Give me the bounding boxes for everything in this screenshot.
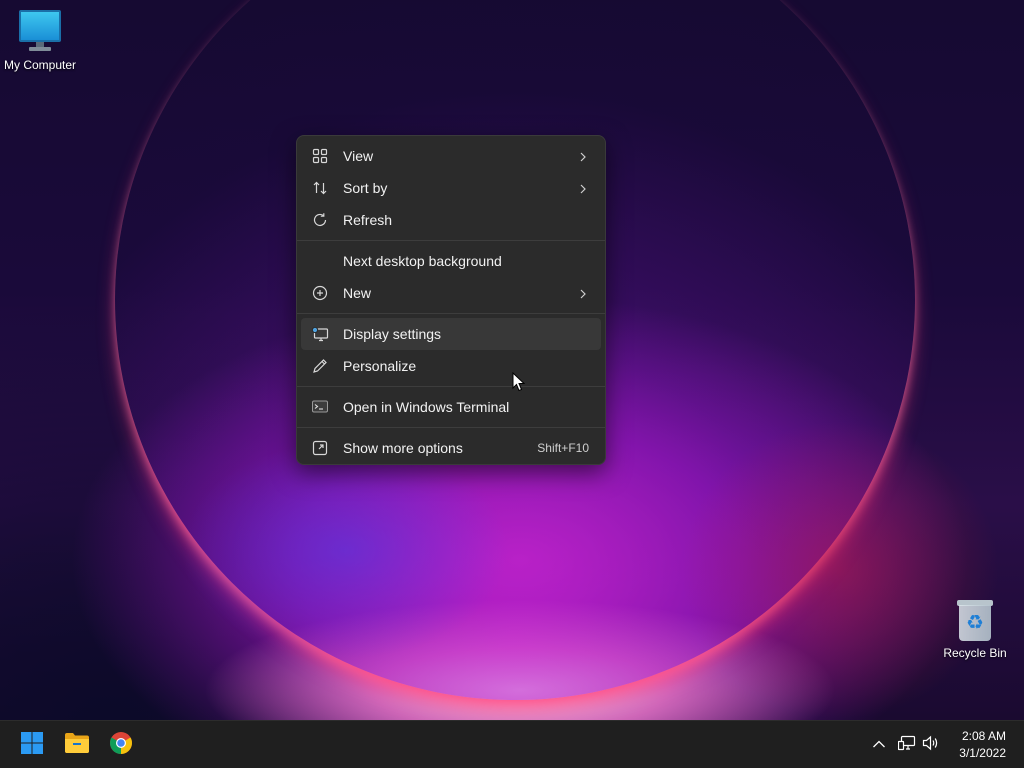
menu-item-view[interactable]: View bbox=[301, 140, 601, 172]
desktop-context-menu: View Sort by Refresh Next desktop backgr… bbox=[296, 135, 606, 465]
desktop-icon-my-computer[interactable]: My Computer bbox=[0, 10, 80, 72]
desktop-icon-label: Recycle Bin bbox=[943, 646, 1007, 660]
network-icon bbox=[897, 735, 916, 756]
chevron-up-icon bbox=[872, 736, 886, 754]
menu-separator bbox=[297, 427, 605, 428]
clock-date: 3/1/2022 bbox=[959, 746, 1006, 760]
menu-item-display-settings[interactable]: Display settings bbox=[301, 318, 601, 350]
chevron-right-icon bbox=[577, 287, 589, 299]
mouse-cursor-icon bbox=[512, 371, 526, 392]
display-settings-icon bbox=[311, 325, 329, 343]
monitor-icon bbox=[18, 10, 62, 54]
menu-item-shortcut: Shift+F10 bbox=[537, 441, 589, 455]
network-button[interactable] bbox=[895, 733, 919, 757]
menu-item-label: Next desktop background bbox=[343, 253, 502, 269]
menu-separator bbox=[297, 313, 605, 314]
menu-item-label: Refresh bbox=[343, 212, 393, 228]
desktop-icon-recycle-bin[interactable]: ♻ Recycle Bin bbox=[935, 598, 1015, 660]
clock-time: 2:08 AM bbox=[961, 729, 1006, 743]
wallpaper-glow-blue bbox=[180, 440, 510, 660]
menu-item-label: Show more options bbox=[343, 440, 463, 456]
recycle-bin-icon: ♻ bbox=[955, 598, 995, 642]
windows-logo-icon bbox=[20, 731, 44, 760]
chevron-right-icon bbox=[577, 182, 589, 194]
file-explorer-button[interactable] bbox=[61, 729, 93, 761]
menu-item-label: Display settings bbox=[343, 326, 442, 342]
wallpaper-glow-red bbox=[680, 420, 1000, 720]
menu-item-show-more-options[interactable]: Show more options Shift+F10 bbox=[301, 432, 601, 464]
menu-item-label: Open in Windows Terminal bbox=[343, 399, 510, 415]
menu-item-new[interactable]: New bbox=[301, 277, 601, 309]
menu-item-label: Personalize bbox=[343, 358, 417, 374]
expand-icon bbox=[311, 439, 329, 457]
folder-icon bbox=[64, 732, 90, 759]
refresh-icon bbox=[311, 211, 329, 229]
terminal-icon bbox=[311, 398, 329, 416]
start-button[interactable] bbox=[16, 729, 48, 761]
chevron-right-icon bbox=[577, 150, 589, 162]
menu-item-label: Sort by bbox=[343, 180, 388, 196]
menu-item-label: View bbox=[343, 148, 374, 164]
grid-icon bbox=[311, 147, 329, 165]
menu-item-sort-by[interactable]: Sort by bbox=[301, 172, 601, 204]
menu-item-personalize[interactable]: Personalize bbox=[301, 350, 601, 382]
menu-item-open-in-windows-terminal[interactable]: Open in Windows Terminal bbox=[301, 391, 601, 423]
taskbar-clock[interactable]: 2:08 AM 3/1/2022 bbox=[936, 728, 1006, 762]
chrome-button[interactable] bbox=[105, 729, 137, 761]
chrome-icon bbox=[109, 731, 133, 760]
plus-circle-icon bbox=[311, 284, 329, 302]
menu-item-refresh[interactable]: Refresh bbox=[301, 204, 601, 236]
taskbar: 2:08 AM 3/1/2022 bbox=[0, 720, 1024, 768]
desktop-icon-label: My Computer bbox=[3, 58, 77, 72]
menu-separator bbox=[297, 386, 605, 387]
menu-separator bbox=[297, 240, 605, 241]
sort-icon bbox=[311, 179, 329, 197]
menu-item-label: New bbox=[343, 285, 372, 301]
show-hidden-icons-button[interactable] bbox=[867, 733, 891, 757]
pen-icon bbox=[311, 357, 329, 375]
menu-item-next-desktop-background[interactable]: Next desktop background bbox=[301, 245, 601, 277]
